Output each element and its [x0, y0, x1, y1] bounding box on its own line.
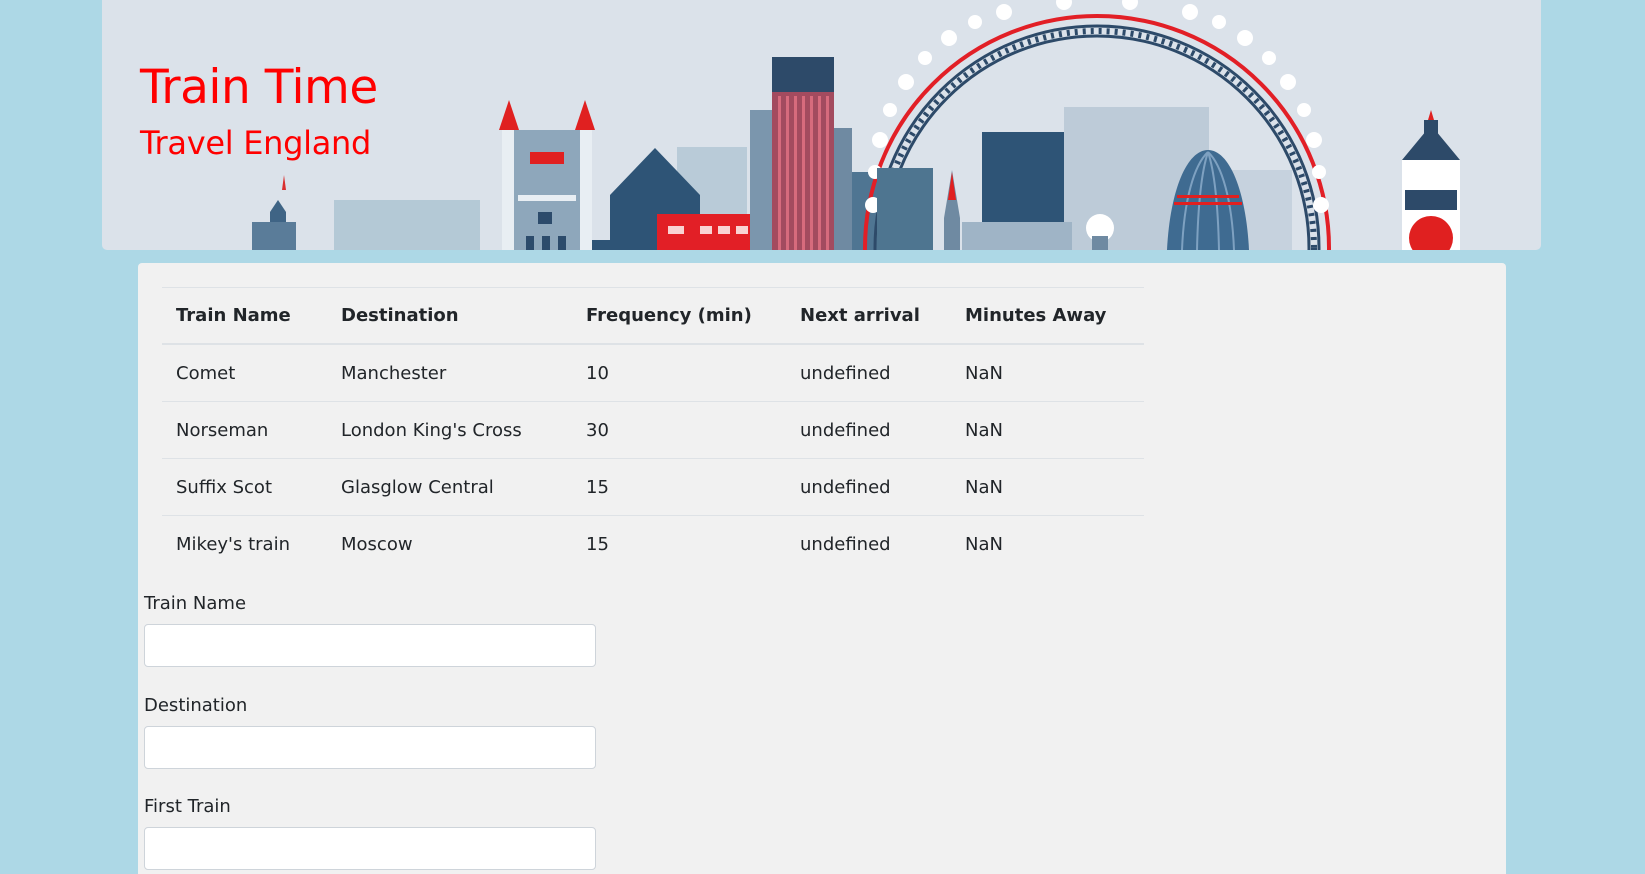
cell-destination: Moscow [327, 515, 572, 572]
train-name-label: Train Name [144, 593, 247, 614]
column-header-minutes-away: Minutes Away [951, 287, 1144, 345]
header-banner: Train Time Travel England [102, 0, 1541, 250]
main-panel: Train Name Destination Frequency (min) N… [138, 263, 1506, 874]
cell-frequency: 30 [572, 401, 786, 459]
cell-next-arrival: undefined [786, 458, 951, 516]
column-header-frequency: Frequency (min) [572, 287, 786, 345]
cell-frequency: 10 [586, 362, 609, 384]
column-header-destination: Destination [327, 287, 572, 345]
cell-minutes-away: NaN [951, 458, 1144, 516]
cell-train-name: Suffix Scot [162, 458, 327, 516]
destination-input[interactable] [144, 726, 596, 769]
column-header-train-name: Train Name [162, 287, 327, 345]
train-schedule-table: Train Name Destination Frequency (min) N… [162, 287, 1144, 572]
destination-label: Destination [144, 695, 248, 716]
train-name-group: Train Name [144, 593, 596, 667]
cell-next-arrival: undefined [786, 515, 951, 572]
cell-train-name: Norseman [162, 401, 327, 459]
cell-next-arrival: undefined [800, 362, 891, 384]
cell-minutes-away: NaN [951, 401, 1144, 459]
table-row: Comet Manchester 10 undefined NaN [162, 344, 1144, 402]
cell-minutes-away: NaN [951, 515, 1144, 572]
table-row: Norseman London King's Cross 30 undefine… [162, 401, 1144, 459]
first-train-group: First Train [144, 796, 596, 870]
page-title: Train Time [140, 60, 378, 115]
cell-train-name: Mikey's train [162, 515, 327, 572]
cell-train-name: Comet [176, 362, 236, 384]
table-row: Mikey's train Moscow 15 undefined NaN [162, 515, 1144, 572]
cell-destination: Manchester [341, 362, 447, 384]
cell-frequency: 15 [572, 458, 786, 516]
page: Train Time Travel England Train Name Des… [0, 0, 1645, 874]
first-train-label: First Train [144, 796, 231, 817]
cell-destination: Glasglow Central [327, 458, 572, 516]
column-header-next-arrival: Next arrival [786, 287, 951, 345]
page-subtitle: Travel England [140, 124, 372, 162]
table-row: Suffix Scot Glasglow Central 15 undefine… [162, 458, 1144, 516]
cell-destination: London King's Cross [327, 401, 572, 459]
first-train-input[interactable] [144, 827, 596, 870]
destination-group: Destination [144, 695, 596, 769]
table-header-row: Train Name Destination Frequency (min) N… [162, 287, 1144, 345]
cell-next-arrival: undefined [786, 401, 951, 459]
cell-minutes-away: NaN [965, 362, 1003, 384]
train-name-input[interactable] [144, 624, 596, 667]
cell-frequency: 15 [572, 515, 786, 572]
